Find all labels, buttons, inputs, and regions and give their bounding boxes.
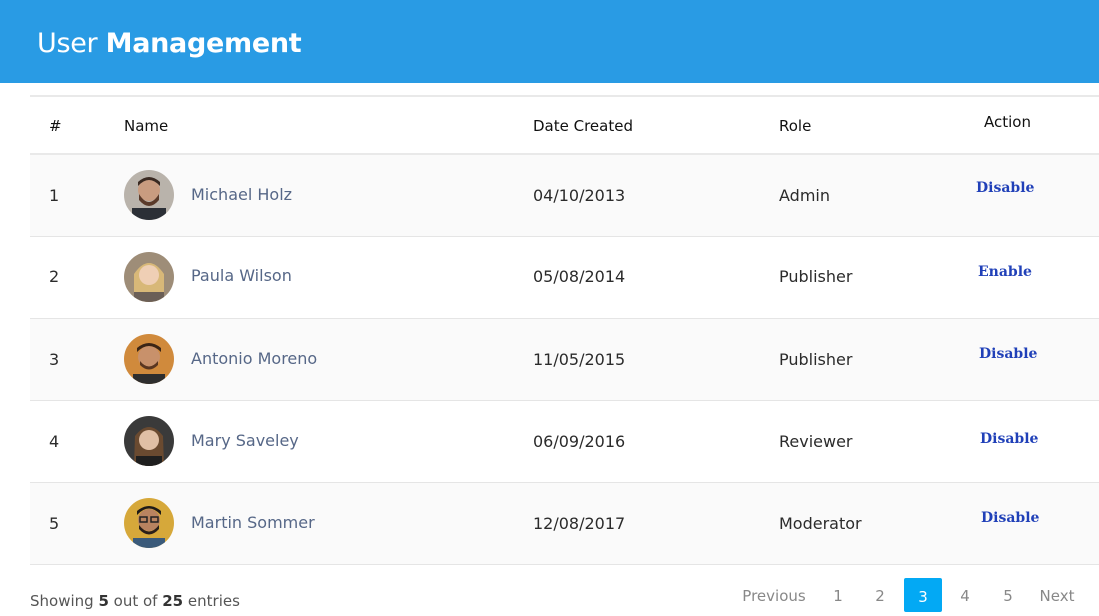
user-table: # Name Date Created Role Action 1 Michae… [30, 95, 1099, 565]
disable-link[interactable]: Disable [980, 431, 1038, 447]
date-created: 04/10/2013 [533, 186, 626, 205]
col-date-created: Date Created [533, 117, 633, 135]
avatar [124, 416, 174, 466]
entries-summary: Showing 5 out of 25 entries [30, 592, 240, 610]
showing-label: Showing [30, 592, 94, 610]
disable-link[interactable]: Disable [981, 510, 1039, 526]
col-action: Action [984, 113, 1031, 131]
row-number: 4 [49, 432, 60, 451]
avatar [124, 170, 174, 220]
role: Publisher [779, 267, 853, 286]
user-name[interactable]: Mary Saveley [191, 431, 299, 450]
page-3-current[interactable]: 3 [904, 578, 942, 612]
date-created: 12/08/2017 [533, 514, 626, 533]
page-header: User Management [0, 0, 1099, 83]
pagination-next[interactable]: Next [1035, 578, 1079, 610]
avatar [124, 334, 174, 384]
col-role: Role [779, 117, 812, 135]
avatar [124, 252, 174, 302]
role: Reviewer [779, 432, 853, 451]
total-count: 25 [162, 592, 184, 610]
user-name[interactable]: Paula Wilson [191, 266, 292, 285]
role: Publisher [779, 350, 853, 369]
table-header: # Name Date Created Role Action [30, 95, 1099, 155]
row-number: 5 [49, 514, 60, 533]
pagination-previous[interactable]: Previous [736, 578, 812, 610]
disable-link[interactable]: Disable [976, 180, 1034, 196]
row-number: 3 [49, 350, 60, 369]
avatar [124, 498, 174, 548]
table-row: 4 Mary Saveley 06/09/2016 Reviewer Disab… [30, 401, 1099, 483]
title-light: User [37, 28, 98, 59]
shown-count: 5 [98, 592, 109, 610]
pagination: Previous 1 2 3 4 5 Next [730, 578, 1099, 612]
page-2[interactable]: 2 [869, 578, 891, 610]
out-of-label: out of [113, 592, 158, 610]
page-5[interactable]: 5 [997, 578, 1019, 610]
user-name[interactable]: Antonio Moreno [191, 349, 317, 368]
role: Admin [779, 186, 830, 205]
row-number: 2 [49, 267, 60, 286]
user-name[interactable]: Michael Holz [191, 185, 292, 204]
enable-link[interactable]: Enable [978, 264, 1032, 280]
date-created: 05/08/2014 [533, 267, 626, 286]
col-name: Name [124, 117, 169, 135]
disable-link[interactable]: Disable [979, 346, 1037, 362]
date-created: 11/05/2015 [533, 350, 626, 369]
table-row: 2 Paula Wilson 05/08/2014 Publisher Enab… [30, 237, 1099, 319]
page-title: User Management [37, 27, 302, 61]
table-row: 5 Martin Sommer 12/08/2017 Moderator Dis… [30, 483, 1099, 565]
page-4[interactable]: 4 [954, 578, 976, 610]
date-created: 06/09/2016 [533, 432, 626, 451]
user-name[interactable]: Martin Sommer [191, 513, 315, 532]
title-bold: Management [105, 28, 302, 59]
col-number: # [49, 117, 62, 135]
role: Moderator [779, 514, 862, 533]
page-1[interactable]: 1 [827, 578, 849, 610]
entries-label: entries [187, 592, 240, 610]
table-row: 3 Antonio Moreno 11/05/2015 Publisher Di… [30, 319, 1099, 401]
row-number: 1 [49, 186, 60, 205]
table-row: 1 Michael Holz 04/10/2013 Admin Disable [30, 155, 1099, 237]
